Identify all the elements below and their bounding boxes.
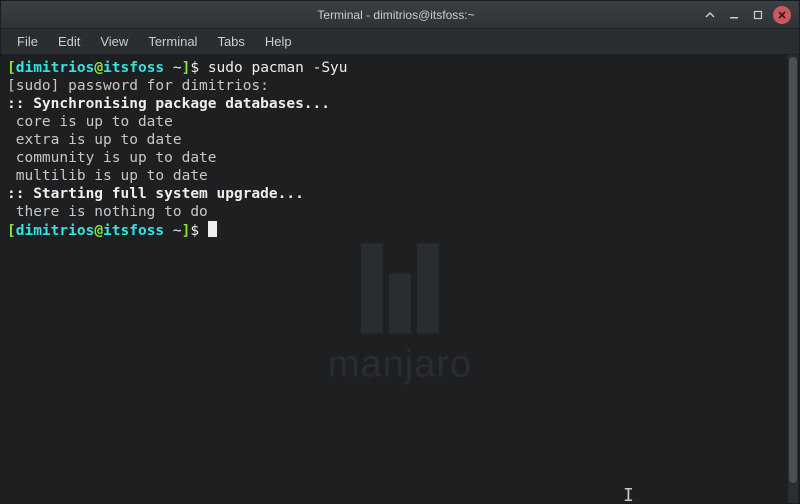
- manjaro-watermark: manjaro: [328, 243, 472, 386]
- terminal-area[interactable]: manjaro [dimitrios@itsfoss ~]$ sudo pacm…: [1, 55, 799, 503]
- output-sync: :: Synchronising package databases...: [7, 96, 330, 112]
- prompt2-at: @: [94, 223, 103, 239]
- menubar: File Edit View Terminal Tabs Help: [1, 29, 799, 55]
- output-community: community is up to date: [7, 150, 217, 166]
- menu-tabs[interactable]: Tabs: [207, 31, 254, 52]
- prompt-at: @: [94, 60, 103, 76]
- menu-help[interactable]: Help: [255, 31, 302, 52]
- prompt2-path: ~: [164, 223, 181, 239]
- output-core: core is up to date: [7, 114, 173, 130]
- output-starting: :: Starting full system upgrade...: [7, 186, 304, 202]
- text-cursor-icon: I: [623, 485, 634, 503]
- minimize-button[interactable]: [725, 6, 743, 24]
- output-extra: extra is up to date: [7, 132, 182, 148]
- terminal-cursor: [208, 221, 217, 237]
- minimize-icon: [729, 10, 739, 20]
- manjaro-watermark-text: manjaro: [328, 343, 472, 386]
- output-sudo: [sudo] password for dimitrios:: [7, 78, 269, 94]
- menu-terminal[interactable]: Terminal: [138, 31, 207, 52]
- command-1: sudo pacman -Syu: [208, 60, 348, 76]
- close-icon: [777, 10, 787, 20]
- terminal-window: Terminal - dimitrios@itsfoss:~: [0, 0, 800, 504]
- window-controls: [701, 6, 799, 24]
- scrollbar[interactable]: [788, 55, 798, 503]
- prompt2-user: dimitrios: [16, 223, 95, 239]
- window-title: Terminal - dimitrios@itsfoss:~: [1, 8, 701, 22]
- prompt-user: dimitrios: [16, 60, 95, 76]
- output-nothing: there is nothing to do: [7, 204, 208, 220]
- menu-view[interactable]: View: [90, 31, 138, 52]
- shade-button[interactable]: [701, 6, 719, 24]
- prompt-host: itsfoss: [103, 60, 164, 76]
- scrollbar-thumb[interactable]: [789, 57, 797, 483]
- close-button[interactable]: [773, 6, 791, 24]
- manjaro-logo-icon: [328, 243, 472, 333]
- shade-icon: [705, 10, 715, 20]
- prompt-bracket-open: [: [7, 60, 16, 76]
- prompt2-sigil: $: [190, 223, 207, 239]
- menu-file[interactable]: File: [7, 31, 48, 52]
- maximize-button[interactable]: [749, 6, 767, 24]
- prompt-path: ~: [164, 60, 181, 76]
- prompt-sigil: $: [190, 60, 207, 76]
- titlebar: Terminal - dimitrios@itsfoss:~: [1, 1, 799, 29]
- terminal-output: [dimitrios@itsfoss ~]$ sudo pacman -Syu …: [1, 55, 799, 244]
- prompt2-bracket-open: [: [7, 223, 16, 239]
- output-multilib: multilib is up to date: [7, 168, 208, 184]
- prompt2-host: itsfoss: [103, 223, 164, 239]
- menu-edit[interactable]: Edit: [48, 31, 90, 52]
- maximize-icon: [753, 10, 763, 20]
